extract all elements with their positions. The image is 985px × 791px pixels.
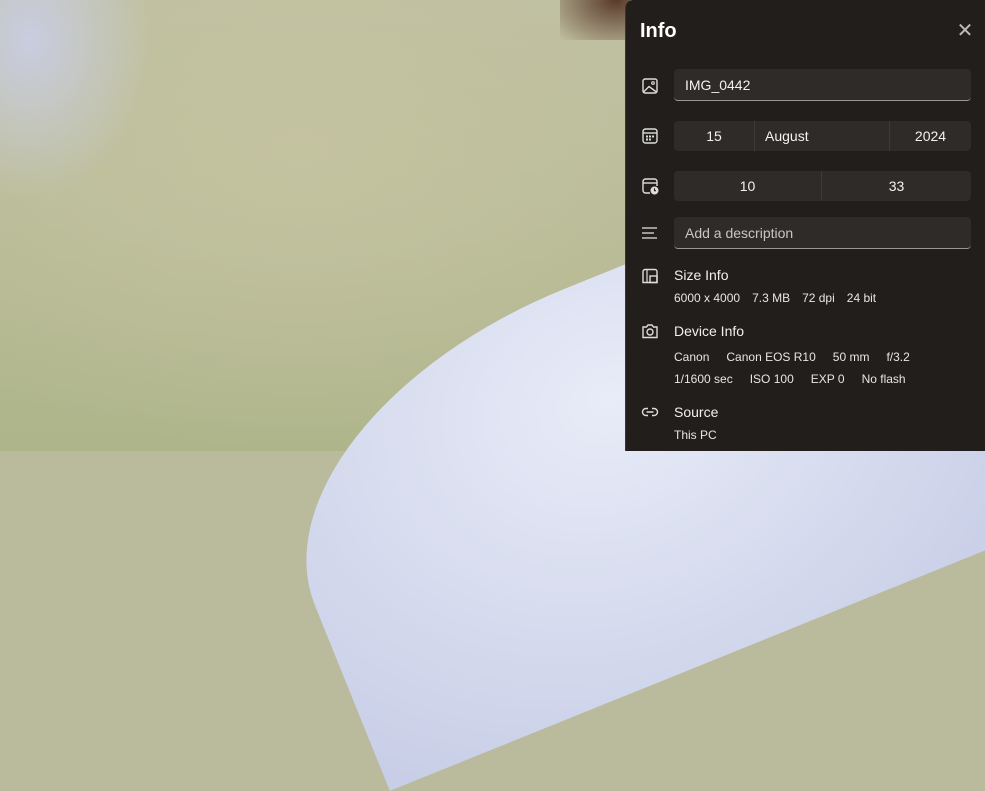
year-value: 2024 [914,128,947,144]
camera-model: Canon EOS R10 [726,350,816,364]
size-info-heading: Size Info [674,267,729,283]
description-placeholder: Add a description [685,224,794,241]
size-info-icon [642,268,658,284]
description-input[interactable]: Add a description [674,217,971,249]
date-picker[interactable]: 15 August 2024 [674,121,971,151]
resolution: 72 dpi [802,291,835,305]
aperture: f/3.2 [886,350,910,364]
close-button[interactable]: ✕ [956,20,974,42]
month-select[interactable]: August [755,121,890,151]
minute-value: 33 [888,178,905,194]
hour-select[interactable]: 10 [674,171,822,201]
exposure: EXP 0 [810,372,845,386]
image-icon [642,78,658,94]
year-select[interactable]: 2024 [890,121,971,151]
day-value: 15 [706,128,722,144]
device-info-row-2: 1/1600 sec ISO 100 EXP 0 No flash [674,372,923,386]
camera-make: Canon [674,350,710,364]
size-info-values: 6000 x 4000 7.3 MB 72 dpi 24 bit [674,291,888,305]
photo-hair [560,0,630,40]
hour-value: 10 [739,178,756,194]
flash: No flash [861,372,906,386]
device-info-row-1: Canon Canon EOS R10 50 mm f/3.2 [674,350,927,364]
minute-select[interactable]: 33 [822,171,971,201]
file-name-value: IMG_0442 [685,76,751,93]
calendar-icon [642,128,658,144]
bit-depth: 24 bit [846,291,877,305]
source-heading: Source [674,404,719,420]
shutter-speed: 1/1600 sec [674,372,733,386]
file-size: 7.3 MB [752,291,791,305]
link-icon [641,407,659,417]
source-value: This PC [674,428,717,442]
device-info-heading: Device Info [674,323,745,339]
info-panel: Info ✕ IMG_0442 15 August 2024 10 33 Add… [625,0,985,451]
close-icon: ✕ [956,20,974,42]
month-value: August [765,128,809,144]
focal-length: 50 mm [832,350,870,364]
camera-icon [642,324,658,339]
time-picker[interactable]: 10 33 [674,171,971,201]
panel-title: Info [640,20,677,42]
calendar-clock-icon [642,178,659,195]
file-name-input[interactable]: IMG_0442 [674,69,971,101]
dimensions: 6000 x 4000 [674,291,741,305]
day-select[interactable]: 15 [674,121,755,151]
iso: ISO 100 [749,372,794,386]
description-icon [642,227,657,239]
